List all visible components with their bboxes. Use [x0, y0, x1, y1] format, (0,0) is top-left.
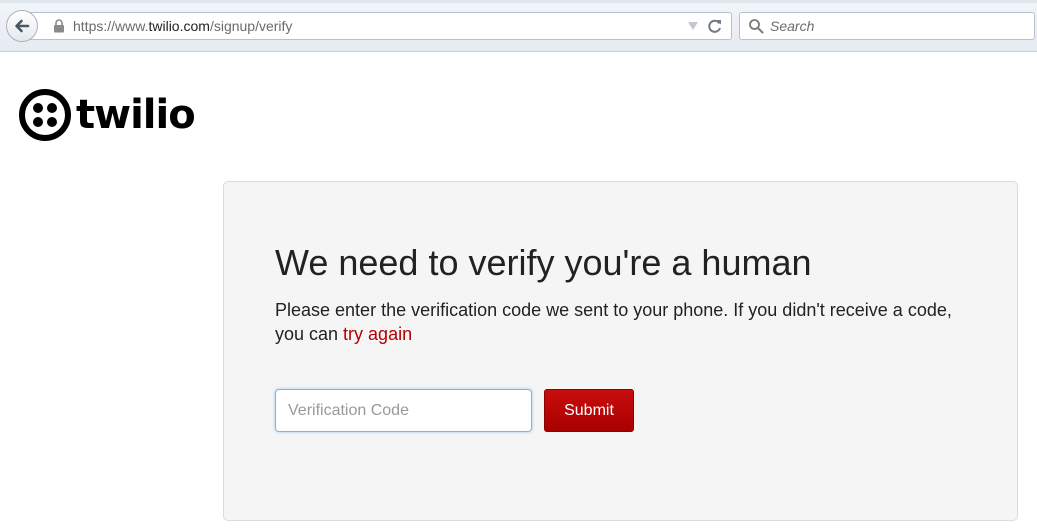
instructions-text: Please enter the verification code we se… — [275, 298, 985, 346]
reload-icon[interactable] — [707, 18, 723, 34]
try-again-link[interactable]: try again — [343, 324, 412, 344]
back-button[interactable] — [6, 10, 38, 42]
url-host: twilio.com — [148, 18, 210, 34]
search-icon — [749, 19, 764, 34]
address-bar[interactable]: https://www.twilio.com/signup/verify — [30, 12, 732, 40]
url-scheme: https://www. — [73, 18, 149, 34]
twilio-logo[interactable]: twilio — [18, 88, 196, 142]
search-placeholder: Search — [770, 18, 815, 34]
browser-search-field[interactable]: Search — [739, 12, 1035, 40]
logo-wordmark: twilio — [76, 92, 196, 138]
submit-button[interactable]: Submit — [544, 389, 634, 432]
back-arrow-icon — [15, 19, 30, 33]
url-text[interactable]: https://www.twilio.com/signup/verify — [73, 18, 292, 34]
url-path: /signup/verify — [209, 18, 293, 34]
verification-panel: We need to verify you're a human Please … — [223, 181, 1018, 521]
verification-code-input[interactable] — [275, 389, 532, 432]
lock-icon — [54, 19, 64, 33]
page-title: We need to verify you're a human — [275, 242, 812, 283]
browser-tab-strip — [0, 0, 1037, 3]
browser-toolbar: https://www.twilio.com/signup/verify Sea… — [0, 0, 1037, 52]
twilio-logo-mark-icon — [19, 89, 71, 141]
history-dropdown-icon[interactable] — [687, 21, 699, 31]
